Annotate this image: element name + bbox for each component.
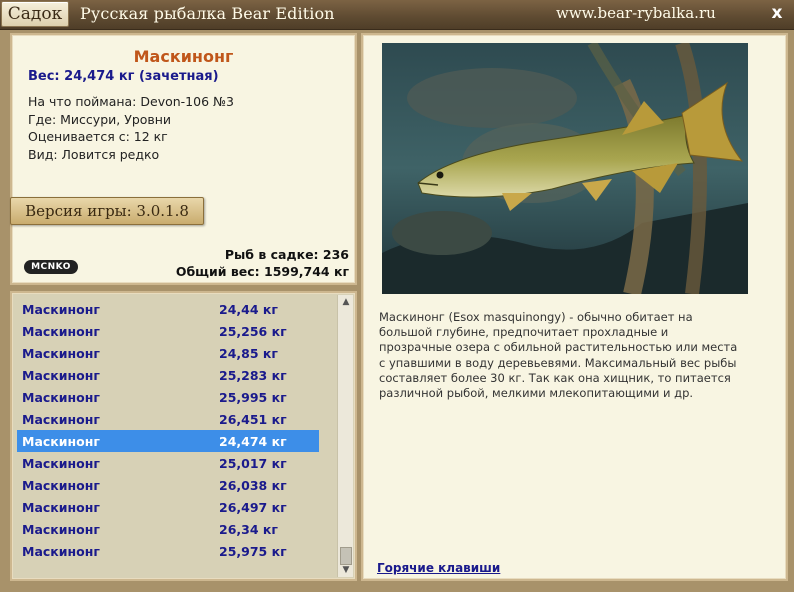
game-version: Версия игры: 3.0.1.8 — [10, 197, 204, 225]
list-item-name: Маскинонг — [22, 367, 100, 383]
list-item[interactable]: Маскинонг 26,34 кг — [17, 518, 319, 540]
list-item-weight: 25,283 кг — [219, 367, 287, 383]
fish-photo — [382, 43, 748, 294]
list-item-name: Маскинонг — [22, 323, 100, 339]
scroll-up-icon[interactable]: ▲ — [338, 295, 354, 309]
bait-line: На что поймана: Devon-106 №3 — [28, 94, 234, 109]
list-item-weight: 26,34 кг — [219, 521, 278, 537]
list-scrollbar[interactable]: ▲ ▼ — [337, 295, 353, 577]
list-item-weight: 26,451 кг — [219, 411, 287, 427]
list-item-name: Маскинонг — [22, 477, 100, 493]
list-item-weight: 24,44 кг — [219, 301, 278, 317]
hotkeys-link[interactable]: Горячие клавиши — [377, 561, 500, 575]
rarity-line: Вид: Ловится редко — [28, 146, 160, 162]
keepnet-stats: Рыб в садке: 236 Общий вес: 1599,744 кг — [176, 246, 349, 280]
list-item-name: Маскинонг — [22, 499, 100, 515]
scroll-down-icon[interactable]: ▼ — [338, 563, 354, 577]
list-item-weight: 24,85 кг — [219, 345, 278, 361]
list-item[interactable]: Маскинонг 24,85 кг — [17, 342, 319, 364]
list-item-weight: 26,497 кг — [219, 499, 287, 515]
list-item-weight: 25,975 кг — [219, 543, 287, 559]
fish-weight: Вес: 24,474 кг (зачетная) — [28, 69, 219, 84]
fish-name: Маскинонг — [133, 47, 234, 66]
total-weight: Общий вес: 1599,744 кг — [175, 264, 349, 279]
fish-description: Маскинонг (Esox masquinongy) - обычно об… — [379, 310, 738, 401]
website-url: www.bear-rybalka.ru — [556, 4, 716, 22]
muskellunge-image — [382, 43, 748, 294]
list-item-weight: 25,995 кг — [219, 389, 287, 405]
close-icon[interactable]: x — [768, 3, 786, 23]
list-item-name: Маскинонг — [22, 543, 100, 559]
list-item-weight: 26,038 кг — [219, 477, 287, 493]
list-item-name: Маскинонг — [22, 301, 100, 317]
list-item[interactable]: Маскинонг 26,038 кг — [17, 474, 319, 496]
list-item[interactable]: Маскинонг 25,256 кг — [17, 320, 319, 342]
app-title: Русская рыбалка Bear Edition — [80, 4, 335, 23]
fish-count: Рыб в садке: 236 — [224, 247, 349, 262]
value-line: Оценивается с: 12 кг — [28, 129, 168, 144]
list-item[interactable]: Маскинонг 26,497 кг — [17, 496, 319, 518]
list-item[interactable]: Маскинонг 25,283 кг — [17, 364, 319, 386]
list-item-name: Маскинонг — [22, 389, 100, 405]
fish-description-panel: Маскинонг (Esox masquinongy) - обычно об… — [361, 33, 788, 581]
catch-list: Маскинонг 24,44 кг Маскинонг 25,256 кг Маски… — [17, 298, 319, 562]
list-item-name: Маскинонг — [22, 455, 100, 471]
sadok-button[interactable]: Садок — [1, 1, 69, 27]
list-item-weight: 24,474 кг — [219, 433, 287, 449]
list-item-weight: 25,017 кг — [219, 455, 287, 471]
place-line: Где: Миссури, Уровни — [28, 111, 172, 127]
fish-details: На что поймана: Devon-106 №3 Где: Миссур… — [28, 93, 234, 163]
list-item-name: Маскинонг — [22, 433, 100, 449]
developer-logo: MCNKO — [24, 260, 78, 274]
list-item[interactable]: Маскинонг 25,995 кг — [17, 386, 319, 408]
list-item[interactable]: Маскинонг 25,017 кг — [17, 452, 319, 474]
list-item[interactable]: Маскинонг 25,975 кг — [17, 540, 319, 562]
list-item[interactable]: Маскинонг 26,451 кг — [17, 408, 319, 430]
fish-info-panel: Маскинонг Вес: 24,474 кг (зачетная) На ч… — [10, 33, 357, 285]
catch-list-panel: Маскинонг 24,44 кг Маскинонг 25,256 кг Маски… — [10, 291, 357, 581]
list-item-name: Маскинонг — [22, 521, 100, 537]
list-item-name: Маскинонг — [22, 411, 100, 427]
title-bar: Садок Русская рыбалка Bear Edition www.b… — [0, 0, 794, 30]
list-item[interactable]: Маскинонг 24,474 кг — [17, 430, 319, 452]
list-item-weight: 25,256 кг — [219, 323, 287, 339]
list-item[interactable]: Маскинонг 24,44 кг — [17, 298, 319, 320]
list-item-name: Маскинонг — [22, 345, 100, 361]
